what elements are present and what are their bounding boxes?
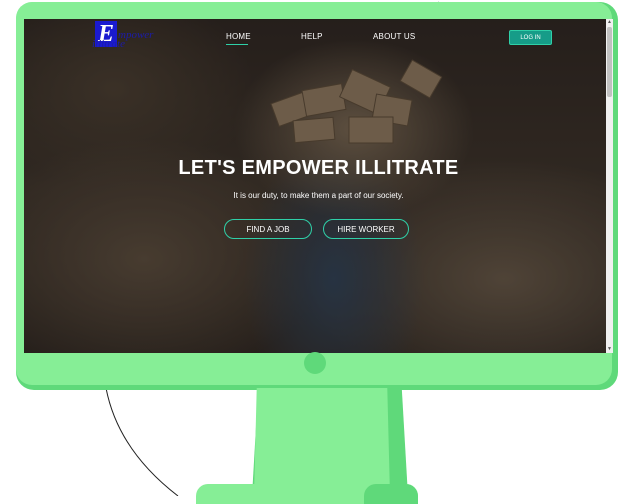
nav-item-home[interactable]: HOME <box>226 32 251 41</box>
nav-item-about-us[interactable]: ABOUT US <box>373 32 415 41</box>
hero-subtitle: It is our duty, to make them a part of o… <box>233 191 404 200</box>
monitor-button <box>304 352 326 374</box>
monitor-stand <box>254 388 390 496</box>
monitor-base-shadow <box>364 484 418 504</box>
scroll-up-icon[interactable]: ▲ <box>606 19 613 26</box>
hero-title: LET'S EMPOWER ILLITRATE <box>178 157 459 179</box>
nav-item-help[interactable]: HELP <box>301 32 323 41</box>
scroll-down-icon[interactable]: ▼ <box>606 346 613 353</box>
active-nav-indicator <box>226 44 248 45</box>
hire-worker-button[interactable]: HIRE WORKER <box>323 219 409 239</box>
logo-text-line2: illitrate <box>92 38 125 50</box>
scrollbar-thumb[interactable] <box>607 27 612 97</box>
browser-viewport: E mpower illitrate HOME HELP ABOUT US LO… <box>24 19 613 353</box>
hero-overlay <box>24 19 613 353</box>
login-button[interactable]: LOG IN <box>509 30 552 45</box>
top-navigation: E mpower illitrate HOME HELP ABOUT US LO… <box>24 19 613 59</box>
site-logo[interactable]: E mpower illitrate <box>92 21 174 51</box>
vertical-scrollbar[interactable]: ▲ ▼ <box>606 19 613 353</box>
find-a-job-button[interactable]: FIND A JOB <box>224 219 312 239</box>
